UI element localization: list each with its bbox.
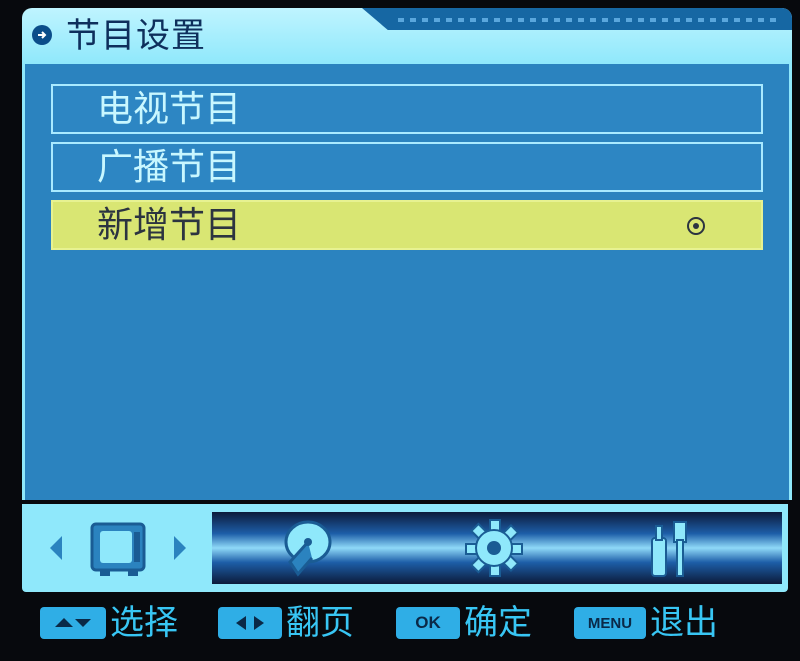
menu-item-tv-programs[interactable]: 电视节目 — [51, 84, 763, 134]
up-down-key-icon — [40, 607, 106, 639]
gear-icon[interactable] — [462, 516, 526, 580]
left-right-key-icon — [218, 607, 282, 639]
menu-item-add-programs[interactable]: 新增节目 — [51, 200, 763, 250]
help-page-label: 翻页 — [286, 603, 354, 643]
menu-item-label: 广播节目 — [97, 147, 242, 188]
tv-icon[interactable] — [86, 516, 152, 582]
right-arrow-icon[interactable] — [174, 536, 186, 560]
help-menu: MENU 退出 — [574, 600, 718, 646]
help-select: 选择 — [40, 600, 178, 646]
arrow-circle-icon — [32, 25, 52, 45]
menu-key: MENU — [574, 607, 646, 639]
menu-item-radio-programs[interactable]: 广播节目 — [51, 142, 763, 192]
main-panel: 电视节目 广播节目 新增节目 — [22, 64, 792, 500]
tools-icon[interactable] — [642, 516, 706, 580]
category-strip — [212, 512, 782, 584]
title-decoration — [362, 8, 792, 30]
current-category — [28, 510, 208, 586]
title-bar: 节目设置 — [22, 8, 792, 64]
ok-key: OK — [396, 607, 460, 639]
help-select-label: 选择 — [110, 603, 178, 643]
menu-item-label: 新增节目 — [97, 205, 242, 246]
help-bar: 选择 翻页 OK 确定 MENU 退出 — [0, 592, 800, 661]
page-title: 节目设置 — [66, 16, 206, 56]
category-icon-bar — [22, 504, 788, 592]
menu-item-label: 电视节目 — [97, 89, 242, 130]
tv-osd-screen: 节目设置 电视节目 广播节目 新增节目 选择 翻页 OK 确定 MENU 退出 — [0, 0, 800, 661]
satellite-dish-icon[interactable] — [272, 516, 336, 580]
help-ok-label: 确定 — [464, 603, 532, 643]
radio-selected-icon — [687, 217, 705, 235]
help-ok: OK 确定 — [396, 600, 532, 646]
help-page: 翻页 — [218, 600, 354, 646]
help-exit-label: 退出 — [650, 603, 718, 643]
left-arrow-icon[interactable] — [50, 536, 62, 560]
